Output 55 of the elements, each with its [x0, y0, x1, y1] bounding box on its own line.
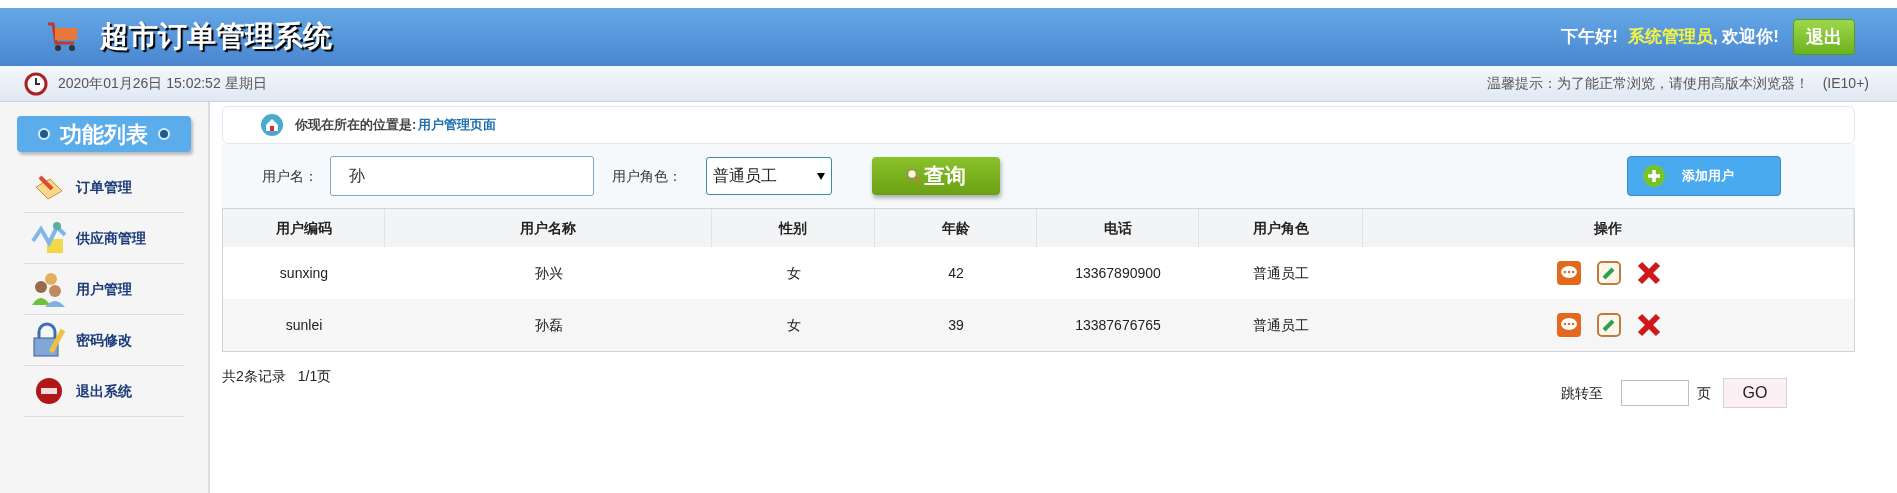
user-name: 系统管理员 [1627, 26, 1713, 49]
clock-icon [24, 71, 48, 96]
browser-version: (IE10+) [1822, 74, 1869, 93]
table-cell-text: 普通员工 [1252, 263, 1310, 283]
record-count: 共2条记录 [222, 367, 286, 386]
system-title: 超市订单管理系统 [100, 19, 332, 55]
table-cell-text: 39 [947, 315, 965, 335]
sidebar-item[interactable]: 退出系统 [24, 366, 184, 417]
role-label: 用户角色： [612, 166, 682, 186]
table-cell-text: 孙磊 [533, 315, 564, 335]
table-cell-text: 13367890900 [1074, 263, 1162, 283]
sidebar-item[interactable]: 供应商管理 [24, 213, 184, 264]
dot-icon [158, 128, 170, 140]
search-icon [906, 168, 922, 184]
pencil-icon[interactable] [1596, 261, 1621, 285]
sidebar-item[interactable]: 订单管理 [24, 162, 184, 213]
location-label: 你现在所在的位置是: [295, 116, 417, 135]
page-field[interactable] [1621, 380, 1689, 406]
table-cell-text: sunxing [278, 263, 330, 283]
delete-icon[interactable] [1636, 261, 1661, 285]
dropdown-arrow-icon [817, 172, 825, 180]
table-cell-text: sunlei [284, 315, 324, 335]
browser-tip: 温馨提示：为了能正常浏览，请使用高版本浏览器！ [1486, 74, 1809, 93]
chat-bubble-icon[interactable] [1556, 261, 1581, 285]
exit-icon [35, 377, 63, 405]
table-cell-text: 普通员工 [1252, 315, 1310, 335]
table-cell-text: 42 [947, 263, 965, 283]
page-unit: 页 [1697, 383, 1711, 403]
welcome-text: , 欢迎你! [1712, 26, 1779, 49]
pencil-icon[interactable] [1596, 313, 1621, 337]
home-icon [261, 114, 283, 136]
delete-icon[interactable] [1636, 313, 1661, 337]
table-cell-text: 孙兴 [533, 263, 564, 283]
shopping-cart-icon [46, 21, 80, 53]
location-link[interactable]: 用户管理页面 [418, 115, 497, 135]
greeting-text: 下午好! [1561, 26, 1618, 49]
table-cell-text: 女 [785, 263, 802, 283]
table-cell-text: 13387676765 [1074, 315, 1162, 335]
chat-bubble-icon[interactable] [1556, 313, 1581, 337]
sidebar-title-text: 功能列表 [60, 120, 148, 149]
users-icon [31, 271, 67, 307]
jump-label: 跳转至 [1561, 383, 1603, 403]
role-select[interactable]: 普通员工 [706, 157, 832, 195]
sidebar-item[interactable]: 密码修改 [24, 315, 184, 366]
sidebar-item[interactable]: 用户管理 [24, 264, 184, 315]
table-cell-text: 女 [785, 315, 802, 335]
dot-icon [38, 128, 50, 140]
lock-key-icon [31, 322, 67, 358]
people-chart-icon [31, 221, 67, 255]
username-field[interactable]: 孙 [330, 156, 594, 196]
plus-icon [1642, 164, 1666, 188]
date-time: 2020年01月26日 15:02:52 星期日 [58, 74, 267, 93]
username-label: 用户名： [262, 166, 318, 186]
go-button[interactable]: GO [1723, 378, 1787, 408]
page-count: 1/1页 [297, 367, 332, 386]
